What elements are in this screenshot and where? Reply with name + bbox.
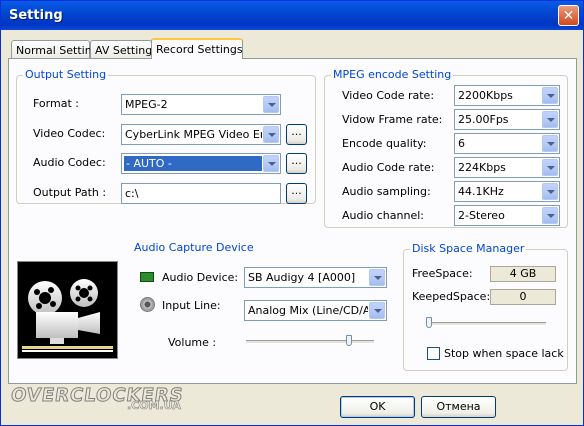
encode-quality-value: 6 xyxy=(458,137,465,150)
record-settings-panel: Output Setting Format : MPEG-2 Video Cod… xyxy=(8,58,577,384)
audio-codec-dropdown[interactable]: - AUTO - xyxy=(121,153,281,174)
close-icon: ✕ xyxy=(562,8,575,24)
watermark-logo: OVERCLOCKERS .COM.UA xyxy=(9,385,201,419)
output-path-field[interactable]: c:\ xyxy=(121,183,281,204)
audio-code-rate-value: 224Kbps xyxy=(458,161,506,174)
dropdown-arrow-icon[interactable] xyxy=(542,87,558,104)
frame-rate-label: Vidow Frame rate: xyxy=(342,113,443,126)
audio-code-rate-dropdown[interactable]: 224Kbps xyxy=(454,157,560,178)
video-codec-value: CyberLink MPEG Video Enc xyxy=(125,128,262,141)
output-setting-group: Output Setting Format : MPEG-2 Video Cod… xyxy=(16,68,316,204)
cancel-button[interactable]: Отмена xyxy=(421,396,496,418)
video-code-rate-label: Video Code rate: xyxy=(342,89,435,102)
audio-codec-value: - AUTO - xyxy=(124,156,262,171)
encode-quality-label: Encode quality: xyxy=(342,137,427,150)
audio-channel-value: 2-Stereo xyxy=(458,209,505,222)
dropdown-arrow-icon[interactable] xyxy=(542,135,558,152)
dropdown-arrow-icon[interactable] xyxy=(369,302,385,319)
input-line-label: Input Line: xyxy=(162,299,221,312)
tab-av-setting[interactable]: AV Setting xyxy=(90,40,152,58)
stop-when-space-lack-label[interactable]: Stop when space lack xyxy=(444,347,564,360)
projector-icon xyxy=(22,279,113,352)
audio-capture-title: Audio Capture Device xyxy=(132,241,256,254)
video-codec-label: Video Codec: xyxy=(33,127,106,140)
tab-record-settings[interactable]: Record Settings xyxy=(151,38,243,59)
dropdown-arrow-icon[interactable] xyxy=(542,207,558,224)
format-label: Format : xyxy=(33,97,79,110)
mpeg-encode-title: MPEG encode Setting xyxy=(331,68,454,81)
projector-image xyxy=(17,261,118,359)
video-code-rate-dropdown[interactable]: 2200Kbps xyxy=(454,85,560,106)
watermark-line2: .COM.UA xyxy=(127,399,181,413)
free-space-value: 4 GB xyxy=(490,266,556,282)
format-dropdown[interactable]: MPEG-2 xyxy=(121,94,281,115)
close-button[interactable]: ✕ xyxy=(558,5,579,26)
audio-code-rate-label: Audio Code rate: xyxy=(342,161,435,174)
audio-device-dropdown[interactable]: SB Audigy 4 [A000] xyxy=(244,267,387,288)
disk-space-title: Disk Space Manager xyxy=(410,242,527,255)
dropdown-arrow-icon[interactable] xyxy=(263,126,279,143)
keeped-space-label: KeepedSpace: xyxy=(412,290,491,303)
tab-normal-setting[interactable]: Normal Setting xyxy=(11,40,99,58)
audio-device-label: Audio Device: xyxy=(162,271,239,284)
setting-dialog: Setting ✕ Normal Setting AV Setting Reco… xyxy=(0,0,584,426)
audio-sampling-label: Audio sampling: xyxy=(342,185,431,198)
input-line-value: Analog Mix (Line/CD/Au xyxy=(248,304,368,317)
stop-when-space-lack-checkbox[interactable] xyxy=(427,347,440,360)
mpeg-encode-group: MPEG encode Setting Video Code rate: 220… xyxy=(324,68,568,228)
format-value: MPEG-2 xyxy=(125,98,168,111)
speaker-icon xyxy=(140,297,155,312)
dropdown-arrow-icon[interactable] xyxy=(542,111,558,128)
video-code-rate-value: 2200Kbps xyxy=(458,89,513,102)
dropdown-arrow-icon[interactable] xyxy=(542,159,558,176)
audio-codec-label: Audio Codec: xyxy=(33,156,106,169)
dropdown-arrow-icon[interactable] xyxy=(369,269,385,286)
volume-slider-thumb[interactable] xyxy=(346,335,353,346)
dropdown-arrow-icon[interactable] xyxy=(263,155,279,172)
video-codec-dropdown[interactable]: CyberLink MPEG Video Enc xyxy=(121,124,281,145)
frame-rate-value: 25.00Fps xyxy=(458,113,509,126)
title-bar[interactable]: Setting ✕ xyxy=(1,1,583,30)
output-path-browse-button[interactable]: ... xyxy=(286,183,307,204)
output-setting-title: Output Setting xyxy=(23,68,109,81)
audio-channel-dropdown[interactable]: 2-Stereo xyxy=(454,205,560,226)
disk-space-group: Disk Space Manager FreeSpace: 4 GB Keepe… xyxy=(403,242,568,371)
dropdown-arrow-icon[interactable] xyxy=(542,183,558,200)
audio-device-value: SB Audigy 4 [A000] xyxy=(248,271,356,284)
volume-slider-track[interactable] xyxy=(246,340,374,344)
output-path-label: Output Path : xyxy=(33,186,107,199)
audio-codec-config-button[interactable]: ... xyxy=(286,153,307,174)
keeped-space-value: 0 xyxy=(490,289,556,305)
volume-label: Volume : xyxy=(168,336,217,349)
ok-button[interactable]: OK xyxy=(340,396,415,418)
input-line-dropdown[interactable]: Analog Mix (Line/CD/Au xyxy=(244,300,387,321)
dropdown-arrow-icon[interactable] xyxy=(263,96,279,113)
encode-quality-dropdown[interactable]: 6 xyxy=(454,133,560,154)
window-title: Setting xyxy=(9,8,63,23)
free-space-label: FreeSpace: xyxy=(412,267,473,280)
disk-space-slider-track[interactable] xyxy=(426,322,546,326)
audio-sampling-dropdown[interactable]: 44.1KHz xyxy=(454,181,560,202)
frame-rate-dropdown[interactable]: 25.00Fps xyxy=(454,109,560,130)
audio-sampling-value: 44.1KHz xyxy=(458,185,504,198)
sound-card-icon xyxy=(140,272,154,282)
audio-channel-label: Audio channel: xyxy=(342,209,424,222)
video-codec-config-button[interactable]: ... xyxy=(286,124,307,145)
disk-space-slider-thumb[interactable] xyxy=(426,317,432,328)
